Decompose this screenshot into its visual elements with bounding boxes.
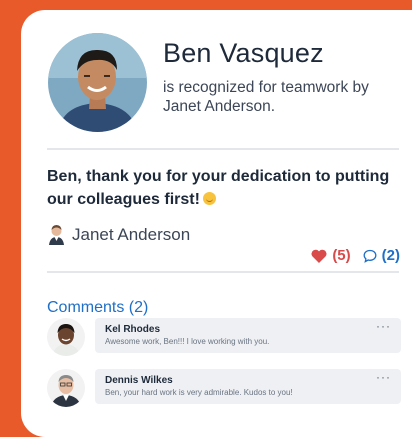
like-count: (5) [332, 247, 351, 264]
recipient-name[interactable]: Ben Vasquez [163, 38, 324, 69]
comment-author[interactable]: Kel Rhodes [105, 324, 391, 336]
smiling-face-emoji-icon [202, 192, 216, 205]
author-avatar-icon [49, 225, 64, 245]
recognition-text: is recognized for teamwork by Janet Ande… [163, 79, 369, 115]
comment-count: (2) [381, 247, 400, 264]
heart-icon [311, 249, 327, 263]
divider [47, 271, 399, 273]
recognition-message: Ben, thank you for your dedication to pu… [47, 165, 401, 211]
commenter-avatar[interactable] [47, 318, 85, 356]
commenter-photo-icon [47, 318, 85, 356]
comment-bubble-icon [363, 249, 377, 263]
comment-item: Dennis Wilkes Ben, your hard work is ver… [47, 369, 401, 409]
author-name[interactable]: Janet Anderson [72, 225, 190, 245]
comment-text: Ben, your hard work is very admirable. K… [105, 388, 293, 397]
comment-more-button[interactable]: ··· [376, 319, 391, 333]
comment-text: Awesome work, Ben!!! I love working with… [105, 337, 270, 346]
comment-author[interactable]: Dennis Wilkes [105, 375, 391, 387]
commenter-photo-icon [47, 369, 85, 407]
like-button[interactable]: (5) [311, 247, 351, 264]
recognition-card: Ben Vasquez is recognized for teamwork b… [21, 10, 412, 437]
comment-button[interactable]: (2) [363, 247, 400, 264]
author-row: Janet Anderson [47, 224, 190, 245]
comment-bubble: Dennis Wilkes Ben, your hard work is ver… [95, 369, 401, 404]
recipient-photo-icon [48, 33, 147, 132]
commenter-avatar[interactable] [47, 369, 85, 407]
comment-bubble: Kel Rhodes Awesome work, Ben!!! I love w… [95, 318, 401, 353]
reactions-bar: (5) (2) [311, 247, 400, 264]
comment-item: Kel Rhodes Awesome work, Ben!!! I love w… [47, 318, 401, 358]
divider [47, 148, 399, 150]
comment-more-button[interactable]: ··· [376, 370, 391, 384]
message-text: Ben, thank you for your dedication to pu… [47, 168, 390, 208]
comments-heading: Comments (2) [47, 299, 149, 316]
recipient-avatar[interactable] [48, 33, 147, 132]
